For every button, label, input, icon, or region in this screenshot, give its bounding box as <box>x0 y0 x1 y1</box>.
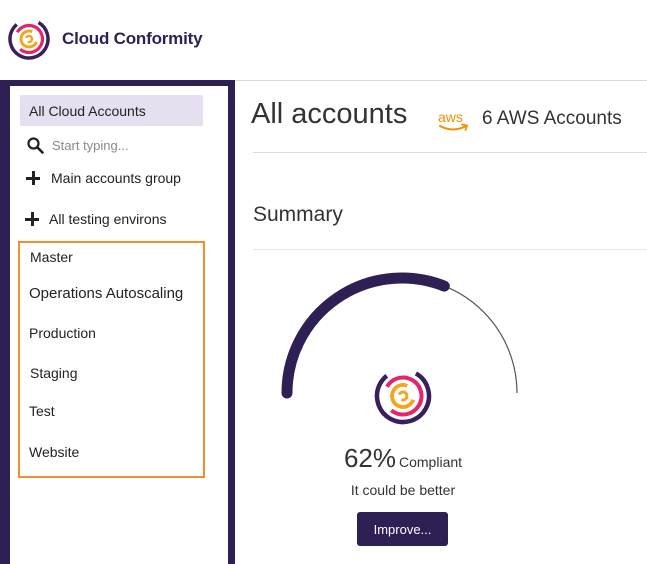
aws-logo-icon: aws <box>438 109 469 131</box>
compliance-status: Compliant <box>399 454 463 470</box>
aws-account-count[interactable]: 6 AWS Accounts <box>482 108 622 130</box>
search-icon <box>27 137 44 154</box>
svg-text:aws: aws <box>438 109 463 125</box>
account-search-input[interactable] <box>52 134 202 156</box>
summary-heading: Summary <box>253 203 343 226</box>
sidebar-group-label: All testing environs <box>49 211 167 227</box>
page-title: All accounts <box>251 98 408 130</box>
top-bar: Cloud Conformity <box>0 0 647 81</box>
sidebar-item-master[interactable]: Master <box>30 249 73 265</box>
compliance-percent: 62% <box>343 443 396 473</box>
sidebar-group-label: Main accounts group <box>51 170 181 186</box>
compliance-summary: 62% Compliant <box>253 443 553 474</box>
sidebar-item-test[interactable]: Test <box>29 403 55 419</box>
sidebar-item-operations-autoscaling[interactable]: Operations Autoscaling <box>29 285 183 302</box>
account-list-highlight <box>18 241 205 478</box>
sidebar-item-production[interactable]: Production <box>29 325 96 341</box>
sidebar-item-staging[interactable]: Staging <box>30 365 77 381</box>
brand-name: Cloud Conformity <box>62 29 203 48</box>
plus-icon <box>25 212 39 226</box>
sidebar-item-all-cloud-accounts[interactable]: All Cloud Accounts <box>20 95 203 126</box>
divider <box>253 249 647 250</box>
cloud-conformity-logo-icon <box>374 367 432 425</box>
sidebar-search <box>27 134 203 156</box>
cloud-conformity-logo-icon[interactable] <box>7 17 51 61</box>
improve-button[interactable]: Improve... <box>357 512 448 546</box>
plus-icon <box>26 171 40 185</box>
compliance-message: It could be better <box>350 482 456 498</box>
sidebar-item-website[interactable]: Website <box>29 444 79 460</box>
divider <box>253 152 647 153</box>
